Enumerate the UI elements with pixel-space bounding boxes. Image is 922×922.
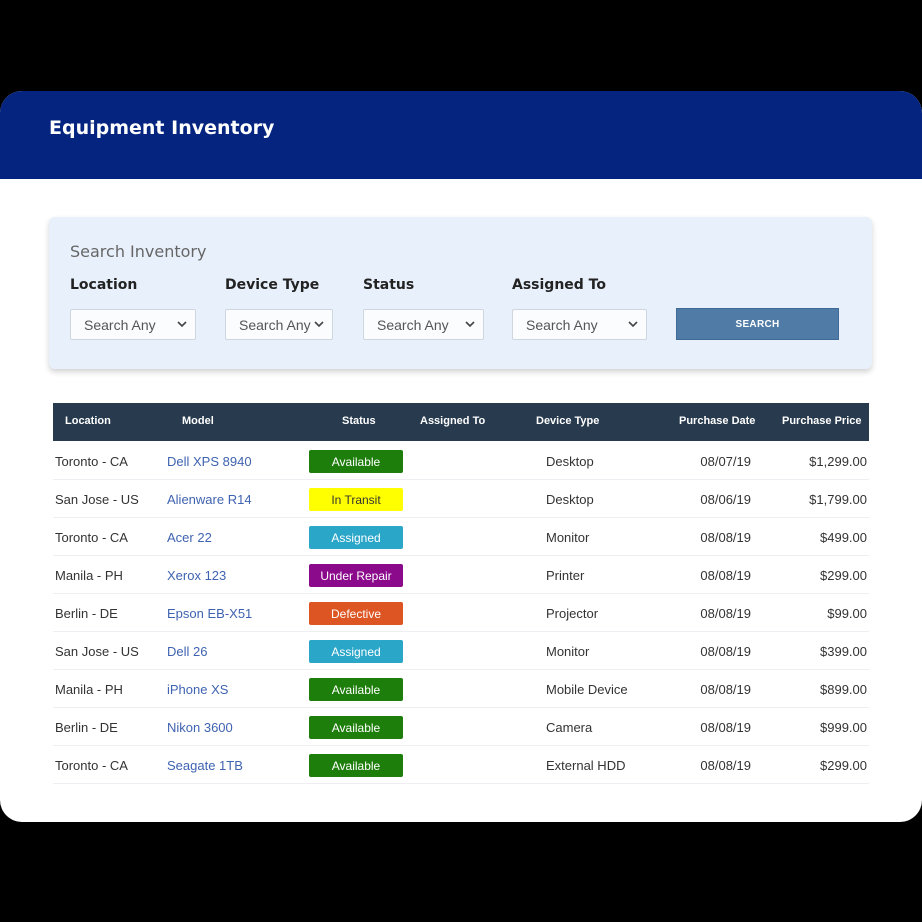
cell-purchase-price: $899.00	[820, 682, 867, 697]
cell-device-type: Desktop	[546, 492, 594, 507]
page-title: Equipment Inventory	[49, 117, 275, 139]
cell-model-link[interactable]: Dell XPS 8940	[167, 454, 252, 469]
cell-location: Berlin - DE	[55, 606, 118, 621]
assigned-to-select-value: Search Any	[526, 316, 598, 333]
status-select[interactable]: Search Any	[363, 309, 484, 340]
cell-model-link[interactable]: Epson EB-X51	[167, 606, 252, 621]
cell-location: Toronto - CA	[55, 530, 128, 545]
search-panel: Search Inventory Location Device Type St…	[49, 217, 872, 369]
column-header-device-type[interactable]: Device Type	[536, 415, 599, 427]
cell-purchase-date: 08/08/19	[700, 758, 751, 773]
cell-model-link[interactable]: Nikon 3600	[167, 720, 233, 735]
table-row[interactable]: Manila - PH Xerox 123 Under Repair Printer 0…	[53, 556, 869, 594]
cell-purchase-date: 08/08/19	[700, 682, 751, 697]
cell-model-link[interactable]: Acer 22	[167, 530, 212, 545]
app-header: Equipment Inventory	[0, 91, 922, 179]
cell-purchase-price: $99.00	[827, 606, 867, 621]
cell-purchase-date: 08/08/19	[700, 720, 751, 735]
cell-device-type: Printer	[546, 568, 585, 583]
table-row[interactable]: Berlin - DE Nikon 3600 Available Camera 08/0…	[53, 708, 869, 746]
table-row[interactable]: San Jose - US Alienware R14 In Transit Desk…	[53, 480, 869, 518]
status-badge: Defective	[309, 602, 403, 625]
cell-purchase-price: $399.00	[820, 644, 867, 659]
status-badge: Assigned	[309, 640, 403, 663]
chevron-down-icon	[465, 321, 475, 328]
cell-purchase-date: 08/08/19	[700, 568, 751, 583]
cell-device-type: Desktop	[546, 454, 594, 469]
cell-purchase-price: $299.00	[820, 568, 867, 583]
cell-location: Manila - PH	[55, 568, 123, 583]
assigned-to-filter-label: Assigned To	[512, 277, 606, 293]
status-badge: Available	[309, 754, 403, 777]
status-badge: In Transit	[309, 488, 403, 511]
cell-model-link[interactable]: Seagate 1TB	[167, 758, 243, 773]
column-header-model[interactable]: Model	[182, 415, 214, 427]
device-type-select[interactable]: Search Any	[225, 309, 333, 340]
cell-location: Manila - PH	[55, 682, 123, 697]
column-header-assigned-to[interactable]: Assigned To	[420, 415, 485, 427]
assigned-to-select[interactable]: Search Any	[512, 309, 647, 340]
cell-model-link[interactable]: iPhone XS	[167, 682, 228, 697]
table-header: Location Model Status Assigned To Device…	[53, 403, 869, 441]
table-row[interactable]: San Jose - US Dell 26 Assigned Monitor 08/08…	[53, 632, 869, 670]
cell-model-link[interactable]: Alienware R14	[167, 492, 252, 507]
location-select-value: Search Any	[84, 316, 156, 333]
status-select-value: Search Any	[377, 316, 449, 333]
cell-device-type: Monitor	[546, 644, 590, 659]
table-row[interactable]: Toronto - CA Seagate 1TB Available External…	[53, 746, 869, 784]
device-type-filter-label: Device Type	[225, 277, 320, 293]
cell-purchase-date: 08/08/19	[700, 644, 751, 659]
search-button[interactable]: SEARCH	[676, 308, 839, 340]
search-panel-title: Search Inventory	[70, 242, 207, 261]
cell-location: Toronto - CA	[55, 454, 128, 469]
cell-model-link[interactable]: Dell 26	[167, 644, 207, 659]
cell-location: San Jose - US	[55, 492, 139, 507]
table-row[interactable]: Manila - PH iPhone XS Available Mobile Devi…	[53, 670, 869, 708]
column-header-purchase-date[interactable]: Purchase Date	[679, 415, 755, 427]
status-badge: Under Repair	[309, 564, 403, 587]
cell-device-type: Projector	[546, 606, 599, 621]
column-header-purchase-price[interactable]: Purchase Price	[782, 415, 862, 427]
location-filter-label: Location	[70, 277, 138, 293]
column-header-status[interactable]: Status	[342, 415, 376, 427]
location-select[interactable]: Search Any	[70, 309, 196, 340]
cell-location: Berlin - DE	[55, 720, 118, 735]
status-badge: Available	[309, 716, 403, 739]
cell-location: Toronto - CA	[55, 758, 128, 773]
cell-purchase-price: $999.00	[820, 720, 867, 735]
status-badge: Available	[309, 450, 403, 473]
status-badge: Available	[309, 678, 403, 701]
cell-purchase-price: $499.00	[820, 530, 867, 545]
cell-device-type: Camera	[546, 720, 593, 735]
cell-model-link[interactable]: Xerox 123	[167, 568, 226, 583]
cell-location: San Jose - US	[55, 644, 139, 659]
inventory-card: Equipment Inventory Search Inventory Loc…	[0, 91, 922, 822]
cell-purchase-date: 08/08/19	[700, 606, 751, 621]
table-row[interactable]: Berlin - DE Epson EB-X51 Defective Projecto…	[53, 594, 869, 632]
device-type-select-value: Search Any	[239, 316, 311, 333]
table-row[interactable]: Toronto - CA Acer 22 Assigned Monitor 08/08/…	[53, 518, 869, 556]
status-filter-label: Status	[363, 277, 415, 293]
cell-purchase-date: 08/08/19	[700, 530, 751, 545]
cell-purchase-price: $1,299.00	[809, 454, 867, 469]
column-header-location[interactable]: Location	[65, 415, 111, 427]
cell-purchase-price: $1,799.00	[809, 492, 867, 507]
chevron-down-icon	[314, 321, 324, 328]
cell-purchase-price: $299.00	[820, 758, 867, 773]
cell-device-type: External HDD	[546, 758, 626, 773]
cell-device-type: Monitor	[546, 530, 590, 545]
cell-purchase-date: 08/06/19	[700, 492, 751, 507]
chevron-down-icon	[628, 321, 638, 328]
status-badge: Assigned	[309, 526, 403, 549]
cell-device-type: Mobile Device	[546, 682, 628, 697]
chevron-down-icon	[177, 321, 187, 328]
table-row[interactable]: Toronto - CA Dell XPS 8940 Available Deskto…	[53, 442, 869, 480]
cell-purchase-date: 08/07/19	[700, 454, 751, 469]
